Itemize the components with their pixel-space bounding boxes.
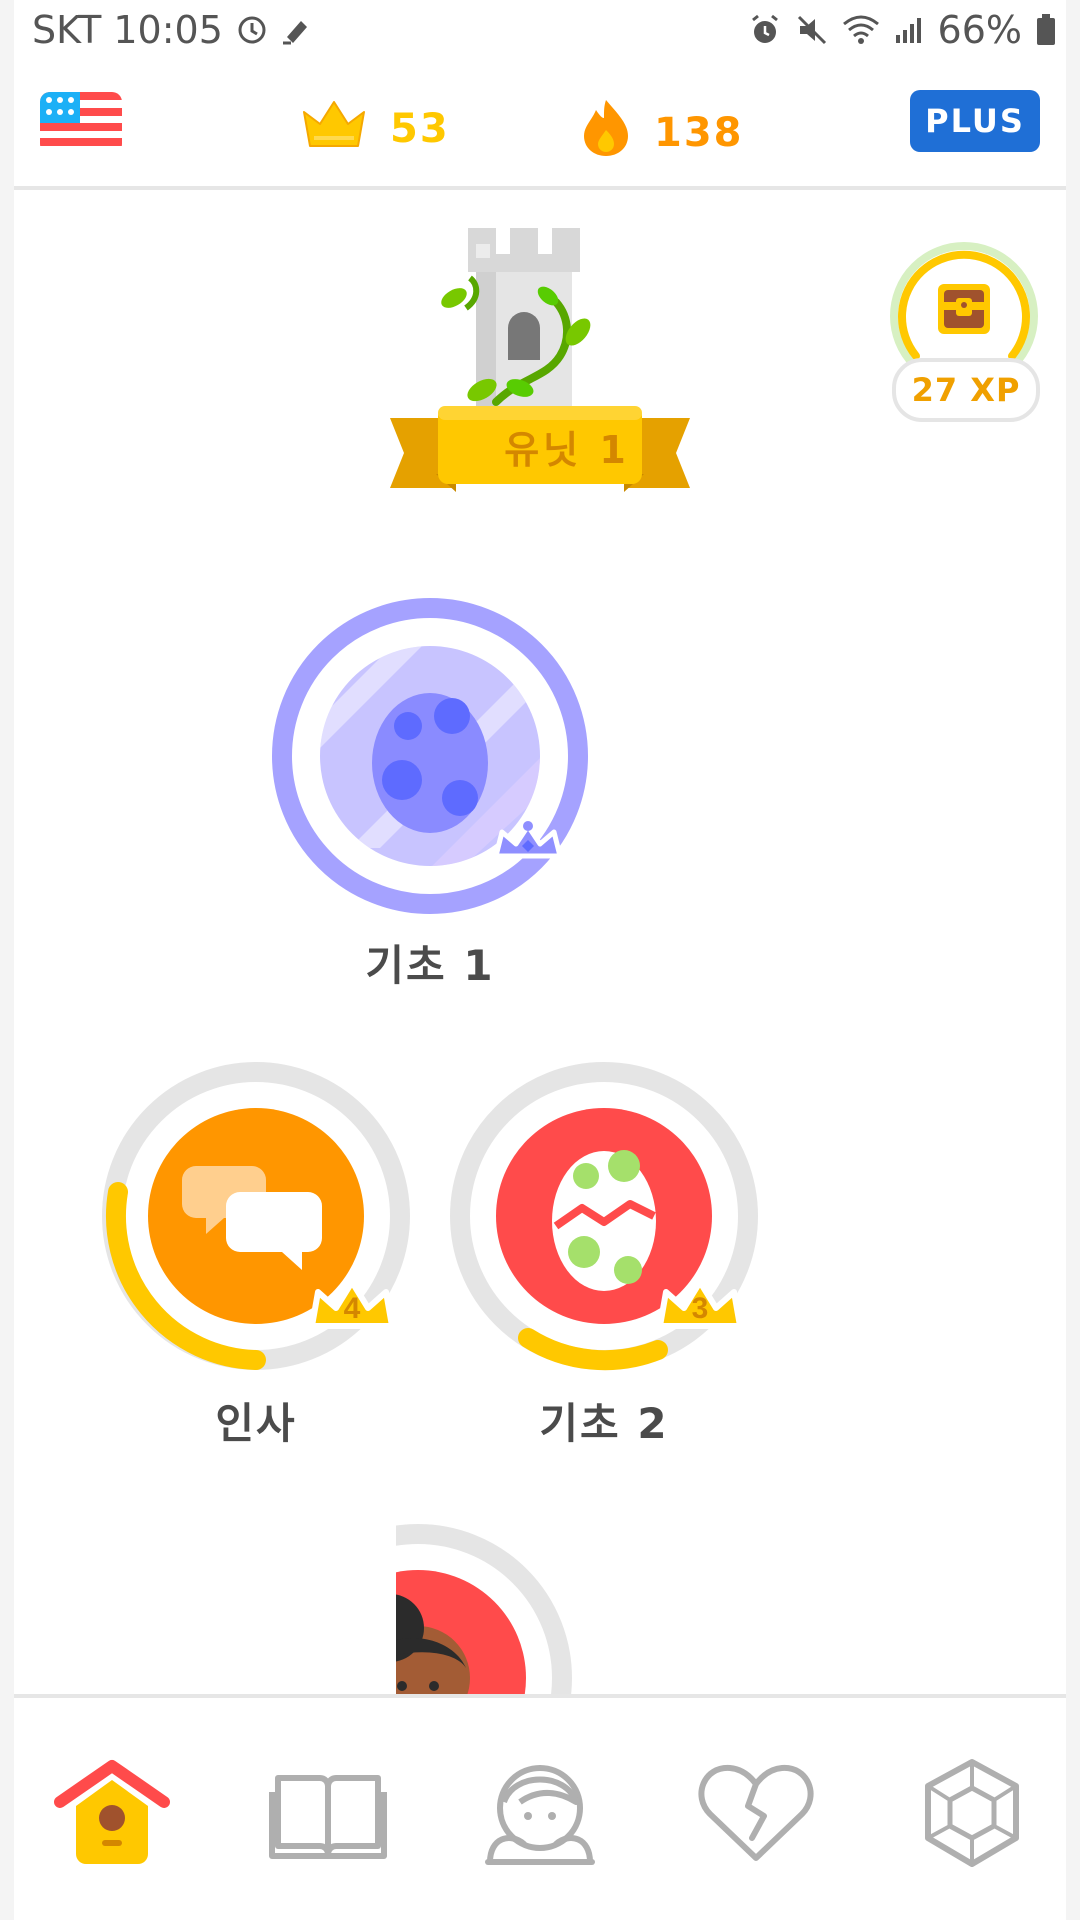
crown-level: 3 xyxy=(692,1292,709,1325)
home-icon xyxy=(54,1760,170,1864)
skill-label: 기초 2 xyxy=(539,1399,669,1448)
battery-icon xyxy=(1036,14,1056,46)
nav-profile[interactable] xyxy=(470,1758,610,1888)
unit-banner[interactable]: 유닛 1 xyxy=(370,228,710,518)
app-screen: SKT 10:05 66% 53 138 PLUS 유닛 1 27 XP 기초 … xyxy=(14,0,1066,1920)
nav-shop[interactable] xyxy=(902,1758,1042,1888)
nav-leagues[interactable] xyxy=(686,1758,826,1888)
flame-icon xyxy=(580,98,632,168)
battery-percent: 66% xyxy=(937,8,1022,52)
alarm-icon xyxy=(748,13,782,47)
gem-icon xyxy=(925,1759,1019,1867)
chat-bubbles-icon: 4 xyxy=(102,1062,410,1370)
skill-greetings[interactable]: 4 인사 xyxy=(96,1056,416,1451)
skill-people[interactable] xyxy=(396,1518,716,1694)
skill-basics-1[interactable]: 기초 1 xyxy=(270,598,590,993)
skill-basics-2[interactable]: 3 기초 2 xyxy=(444,1056,764,1451)
us-flag-icon[interactable] xyxy=(40,92,122,158)
cracked-egg-icon: 3 xyxy=(450,1062,758,1371)
skill-label: 기초 1 xyxy=(365,941,495,990)
crowns-stat[interactable]: 53 xyxy=(300,98,450,160)
nav-stories[interactable] xyxy=(258,1758,398,1888)
wifi-icon xyxy=(842,14,880,46)
clock-icon xyxy=(237,15,267,45)
status-left: SKT 10:05 xyxy=(32,8,309,52)
broken-heart-icon xyxy=(698,1764,814,1861)
status-right: 66% xyxy=(748,8,1056,52)
profile-icon xyxy=(485,1765,595,1865)
book-icon xyxy=(269,1775,387,1859)
top-bar: 53 138 PLUS xyxy=(14,62,1066,190)
edit-icon xyxy=(281,15,309,45)
nav-home[interactable] xyxy=(42,1758,182,1888)
egg-icon xyxy=(272,598,588,914)
plus-button[interactable]: PLUS xyxy=(910,90,1040,152)
unit-label: 유닛 1 xyxy=(504,427,630,472)
skill-label: 인사 xyxy=(215,1399,297,1448)
mute-icon xyxy=(796,14,828,46)
streak-stat[interactable]: 138 xyxy=(580,98,744,168)
status-bar: SKT 10:05 66% xyxy=(14,0,1066,62)
crowns-count: 53 xyxy=(390,106,450,152)
carrier-time: SKT 10:05 xyxy=(32,8,223,52)
xp-label: 27 XP xyxy=(892,358,1040,422)
crown-level: 4 xyxy=(344,1292,361,1325)
signal-icon xyxy=(894,15,924,45)
streak-count: 138 xyxy=(654,110,744,156)
bottom-nav xyxy=(14,1694,1066,1914)
person-icon xyxy=(396,1524,572,1694)
crown-icon xyxy=(300,98,368,160)
xp-chest[interactable]: 27 XP xyxy=(886,238,1050,424)
